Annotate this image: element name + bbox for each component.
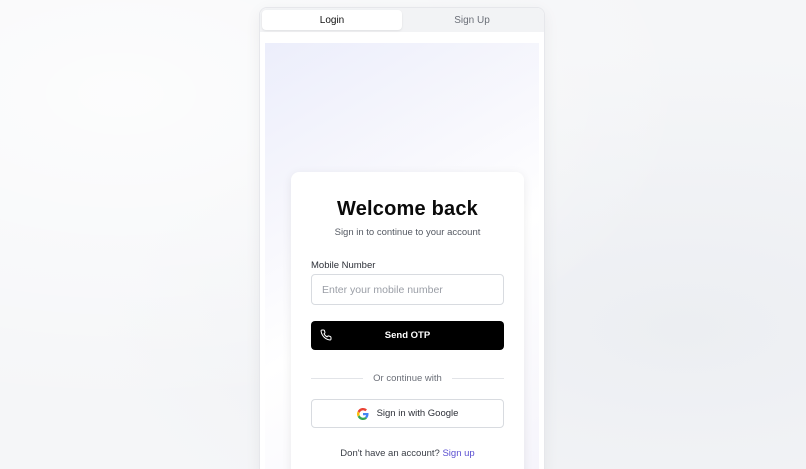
signup-prompt-text: Don't have an account? <box>340 448 440 459</box>
send-otp-button[interactable]: Send OTP <box>311 321 504 350</box>
divider: Or continue with <box>311 372 504 384</box>
google-sign-in-label: Sign in with Google <box>376 408 459 419</box>
page-subtitle: Sign in to continue to your account <box>334 227 481 238</box>
google-icon <box>356 407 369 420</box>
sign-up-link[interactable]: Sign up <box>442 448 474 459</box>
divider-line-right <box>451 377 504 379</box>
tab-login[interactable]: Login <box>262 10 402 30</box>
divider-line-left <box>311 377 364 379</box>
auth-tabs: Login Sign Up <box>260 8 544 32</box>
login-card: Welcome back Sign in to continue to your… <box>291 172 524 469</box>
auth-panel: Login Sign Up Welcome back Sign in to co… <box>259 7 545 469</box>
google-sign-in-button[interactable]: Sign in with Google <box>311 399 504 428</box>
page-title: Welcome back <box>337 198 478 220</box>
mobile-number-input[interactable] <box>311 274 504 305</box>
hero-background: Welcome back Sign in to continue to your… <box>265 43 539 469</box>
signup-prompt: Don't have an account? Sign up <box>291 448 524 459</box>
divider-text: Or continue with <box>373 372 442 384</box>
mobile-number-label: Mobile Number <box>311 260 376 271</box>
send-otp-label: Send OTP <box>384 330 431 341</box>
tab-sign-up[interactable]: Sign Up <box>402 10 542 30</box>
phone-icon <box>320 329 332 341</box>
